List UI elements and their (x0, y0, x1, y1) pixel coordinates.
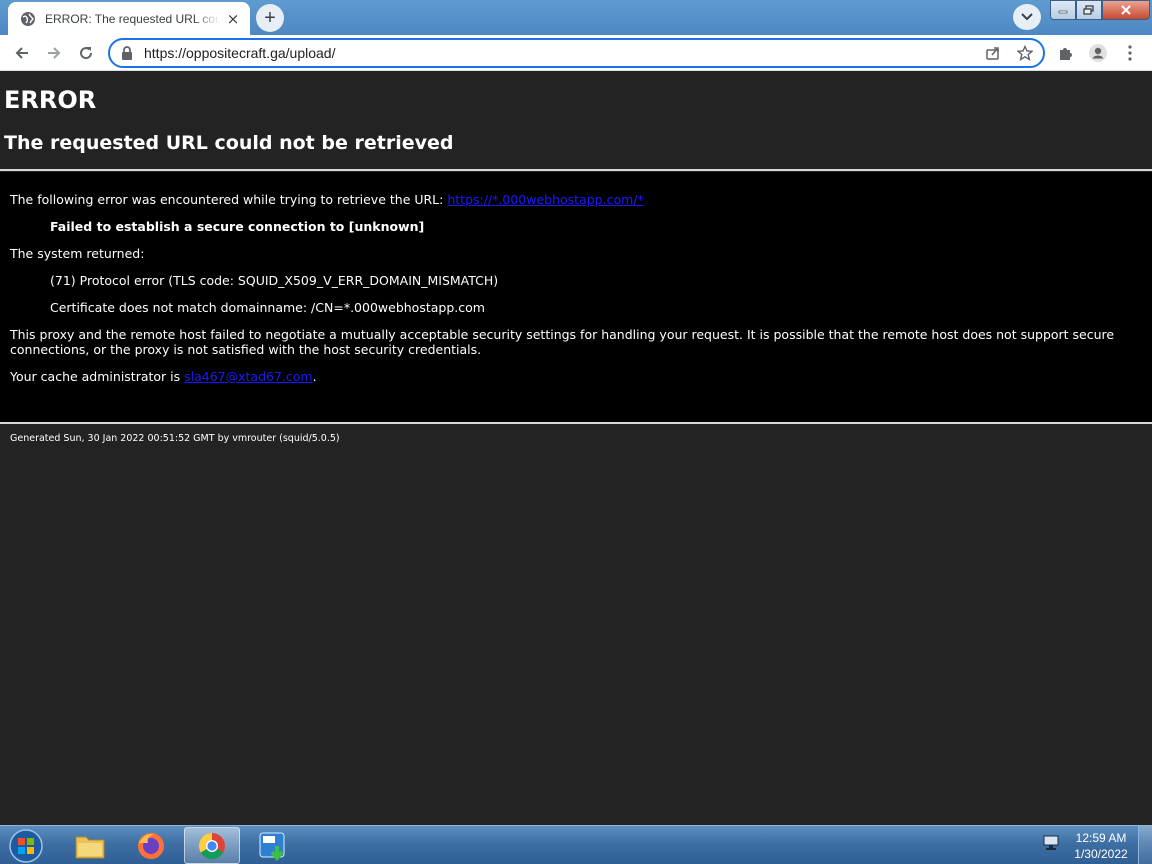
taskbar-iobit[interactable] (245, 827, 301, 864)
puzzle-icon (1060, 48, 1072, 60)
divider-top (0, 169, 1152, 171)
error-subheading: The requested URL could not be retrieved (4, 132, 454, 154)
tab-strip: ERROR: The requested URL could not be re… (0, 0, 1152, 35)
windows-orb-icon (9, 828, 43, 863)
browser-toolbar: https://oppositecraft.ga/upload/ (0, 35, 1152, 71)
requested-url-link[interactable]: https://*.000webhostapp.com/* (447, 192, 643, 207)
page-content: ERROR The requested URL could not be ret… (0, 72, 1152, 825)
profile-button[interactable] (1084, 39, 1112, 67)
lock-icon[interactable] (120, 46, 134, 60)
intro-text: The following error was encountered whil… (10, 192, 448, 207)
tab-search-button[interactable] (1013, 4, 1041, 30)
clock-time: 12:59 AM (1075, 831, 1127, 845)
admin-text: Your cache administrator is (10, 369, 185, 384)
tab-title: ERROR: The requested URL could not be re… (45, 11, 220, 26)
new-tab-button[interactable]: + (256, 4, 284, 32)
admin-end: . (312, 369, 317, 384)
folder-icon (75, 836, 105, 858)
restore-button[interactable] (1076, 0, 1102, 20)
explanation-line-2: connections, or the proxy is not satisfi… (10, 342, 482, 357)
window-controls (1050, 0, 1150, 20)
globe-icon (20, 11, 36, 27)
system-returned-label: The system returned: (10, 246, 145, 261)
iobit-uninstaller-icon (259, 832, 285, 861)
url-text[interactable]: https://oppositecraft.ga/upload/ (144, 45, 979, 61)
menu-button[interactable] (1116, 39, 1144, 67)
arrow-right-icon (48, 47, 61, 59)
intro-paragraph: The following error was encountered whil… (10, 192, 644, 207)
clock-date: 1/30/2022 (1074, 847, 1128, 861)
admin-paragraph: Your cache administrator is sla467@xtad6… (10, 369, 317, 384)
tab-close-icon[interactable]: × (224, 10, 242, 28)
close-window-button[interactable] (1102, 0, 1150, 20)
explanation-line-1: This proxy and the remote host failed to… (10, 327, 1115, 342)
taskbar: 12:59 AM 1/30/2022 (0, 825, 1152, 864)
error-details: The following error was encountered whil… (0, 172, 1152, 422)
admin-email-link[interactable]: sla467@xtad67.com (184, 369, 312, 384)
share-icon[interactable] (979, 41, 1007, 65)
kebab-menu-icon (1128, 45, 1132, 61)
network-tray-icon[interactable] (1040, 832, 1062, 854)
browser-tab[interactable]: ERROR: The requested URL could not be re… (8, 2, 250, 35)
certificate-mismatch-text: Certificate does not match domainname: /… (50, 300, 485, 315)
minimize-icon (1058, 10, 1068, 14)
restore-icon (1083, 5, 1094, 15)
bookmark-star-icon[interactable] (1011, 41, 1039, 65)
taskbar-explorer[interactable] (62, 827, 118, 864)
generated-footer: Generated Sun, 30 Jan 2022 00:51:52 GMT … (10, 433, 340, 444)
protocol-error-text: (71) Protocol error (TLS code: SQUID_X50… (50, 273, 499, 288)
arrow-left-icon (15, 47, 28, 59)
close-icon (1121, 5, 1131, 15)
back-button[interactable] (8, 39, 36, 67)
reload-icon (80, 47, 93, 60)
error-title: Failed to establish a secure connection … (50, 219, 425, 234)
avatar-icon (1089, 44, 1107, 62)
show-desktop-button[interactable] (1138, 826, 1152, 864)
minimize-button[interactable] (1050, 0, 1076, 20)
taskbar-chrome[interactable] (184, 827, 240, 864)
firefox-icon (138, 832, 164, 859)
system-clock[interactable]: 12:59 AM 1/30/2022 (1068, 830, 1134, 862)
taskbar-firefox[interactable] (123, 827, 179, 864)
forward-button[interactable] (40, 39, 68, 67)
reload-button[interactable] (72, 39, 100, 67)
start-button[interactable] (6, 827, 46, 864)
address-bar[interactable]: https://oppositecraft.ga/upload/ (108, 38, 1045, 68)
divider-bottom (0, 422, 1152, 424)
extensions-button[interactable] (1052, 39, 1080, 67)
error-heading: ERROR (4, 86, 97, 114)
chrome-icon (198, 832, 225, 859)
chevron-down-icon (1021, 13, 1033, 21)
